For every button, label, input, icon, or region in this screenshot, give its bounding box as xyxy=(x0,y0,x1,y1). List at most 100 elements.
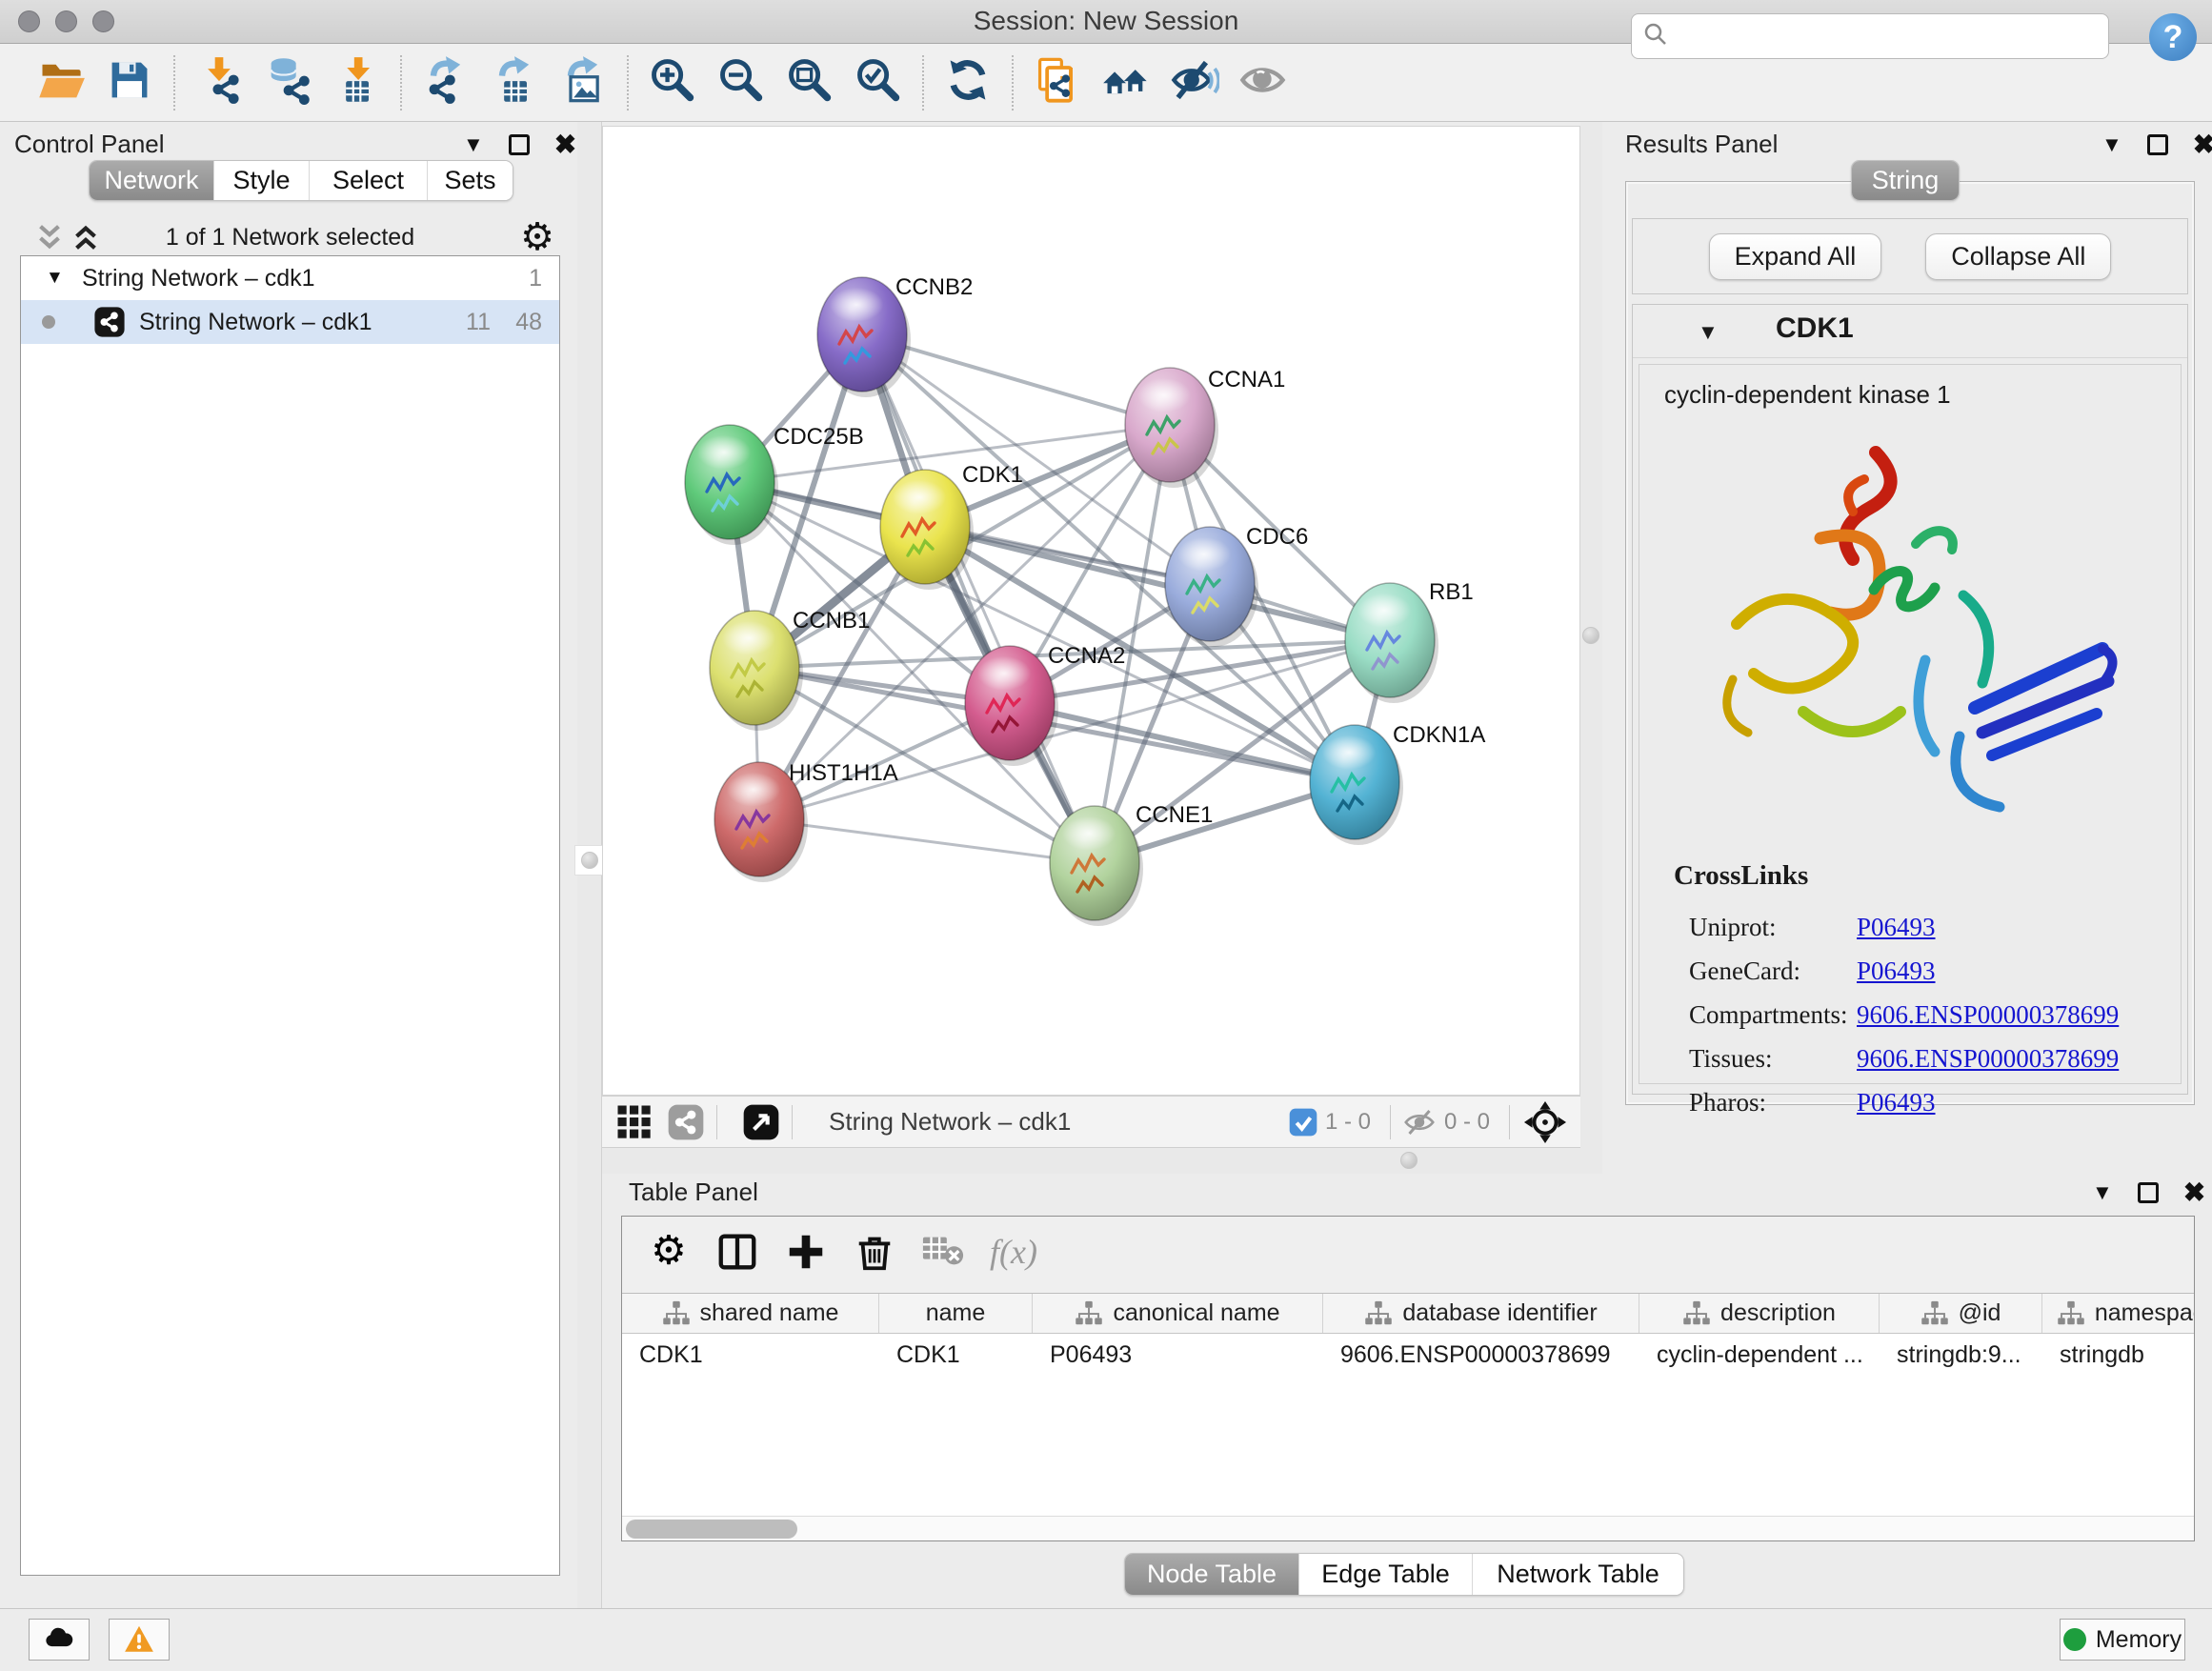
node-CCNA2[interactable]: CCNA2 xyxy=(965,643,1125,766)
control-panel-float-icon[interactable] xyxy=(509,134,530,155)
node-CCNE1[interactable]: CCNE1 xyxy=(1050,802,1213,926)
control-panel-menu-caret-icon[interactable]: ▼ xyxy=(463,132,484,157)
grid-view-icon[interactable] xyxy=(615,1103,654,1141)
memory-button[interactable]: Memory xyxy=(2060,1619,2185,1661)
delete-table-button[interactable] xyxy=(921,1230,965,1274)
network-badge-icon[interactable] xyxy=(667,1103,705,1141)
search-input[interactable] xyxy=(1670,14,2108,58)
column-header-namespace[interactable]: namespace xyxy=(2042,1294,2194,1333)
search-box[interactable] xyxy=(1631,13,2109,59)
table-row[interactable]: CDK1CDK1P064939606.ENSP00000378699cyclin… xyxy=(622,1334,2194,1376)
crosslink-link[interactable]: P06493 xyxy=(1857,913,1936,942)
show-columns-button[interactable] xyxy=(715,1230,759,1274)
warning-button[interactable] xyxy=(109,1619,170,1661)
show-all-button[interactable] xyxy=(1229,52,1297,113)
node-RB1[interactable]: RB1 xyxy=(1345,579,1474,703)
edge-CDK1-RB1[interactable] xyxy=(925,527,1390,640)
edge-CCNA2-CDKN1A[interactable] xyxy=(1010,703,1355,782)
zoom-out-button[interactable] xyxy=(707,52,775,113)
control-panel-close-icon[interactable]: ✖ xyxy=(554,131,576,158)
export-image-button[interactable] xyxy=(549,52,617,113)
minimize-window-button[interactable] xyxy=(55,10,77,32)
results-panel-close-icon[interactable]: ✖ xyxy=(2193,131,2212,158)
tab-edge-table[interactable]: Edge Table xyxy=(1298,1554,1472,1595)
crosslink-link[interactable]: 9606.ENSP00000378699 xyxy=(1857,1000,2119,1030)
maximize-window-button[interactable] xyxy=(92,10,114,32)
results-panel-float-icon[interactable] xyxy=(2147,134,2168,155)
crosslink-link[interactable]: P06493 xyxy=(1857,1088,1936,1117)
gene-expander-icon[interactable]: ▼ xyxy=(1698,320,1719,345)
collection-expander-icon[interactable]: ▼ xyxy=(46,268,64,289)
crosslink-link[interactable]: 9606.ENSP00000378699 xyxy=(1857,1044,2119,1074)
gene-section-header[interactable]: ▼ CDK1 xyxy=(1633,305,2187,358)
create-column-button[interactable] xyxy=(784,1230,828,1274)
delete-columns-button[interactable] xyxy=(853,1230,896,1274)
network-canvas[interactable]: CCNB2 CCNA1 CDC25B CDK1 xyxy=(602,126,1580,1096)
network-row[interactable]: String Network – cdk1 11 48 xyxy=(21,300,559,344)
table-panel-menu-caret-icon[interactable]: ▼ xyxy=(2092,1180,2113,1205)
node-CCNA1[interactable]: CCNA1 xyxy=(1125,367,1285,488)
cell-namespace: stringdb xyxy=(2042,1334,2194,1376)
zoom-in-button[interactable] xyxy=(638,52,707,113)
cell-canonical-name: P06493 xyxy=(1033,1334,1323,1376)
node-HIST1H1A[interactable]: HIST1H1A xyxy=(714,760,898,882)
tab-node-table[interactable]: Node Table xyxy=(1125,1554,1298,1595)
hidden-node-edge-count: 0 - 0 xyxy=(1444,1109,1490,1136)
zoom-selected-button[interactable] xyxy=(844,52,913,113)
expand-all-button[interactable]: Expand All xyxy=(1709,233,1882,280)
import-network-button[interactable] xyxy=(185,52,253,113)
birds-eye-crosshair-icon[interactable] xyxy=(1523,1100,1567,1144)
table-panel-close-icon[interactable]: ✖ xyxy=(2183,1179,2205,1206)
hide-selected-button[interactable] xyxy=(1160,52,1229,113)
tab-network[interactable]: Network xyxy=(90,161,213,200)
column-header-database-identifier[interactable]: database identifier xyxy=(1323,1294,1639,1333)
network-collection-row[interactable]: ▼ String Network – cdk1 1 xyxy=(21,256,559,300)
crosslink-label: GeneCard: xyxy=(1674,956,1857,986)
horizontal-splitter-handle[interactable] xyxy=(1400,1152,1418,1169)
save-session-button[interactable] xyxy=(95,52,164,113)
column-header-canonical-name[interactable]: canonical name xyxy=(1033,1294,1323,1333)
tab-network-table[interactable]: Network Table xyxy=(1472,1554,1683,1595)
selected-checkbox-icon[interactable] xyxy=(1289,1108,1317,1137)
zoom-out-icon xyxy=(716,55,766,110)
zoom-fit-button[interactable] xyxy=(775,52,844,113)
collapse-all-button[interactable]: Collapse All xyxy=(1925,233,2111,280)
left-splitter-handle[interactable] xyxy=(574,845,605,876)
cloud-button[interactable] xyxy=(29,1619,90,1661)
node-CCNB2[interactable]: CCNB2 xyxy=(817,274,973,397)
crosslink-link[interactable]: P06493 xyxy=(1857,956,1936,986)
detach-view-icon[interactable] xyxy=(742,1103,780,1141)
tab-sets[interactable]: Sets xyxy=(427,161,513,200)
close-window-button[interactable] xyxy=(18,10,40,32)
table-panel-float-icon[interactable] xyxy=(2138,1182,2159,1203)
left-splitter[interactable] xyxy=(577,122,602,1608)
import-table-button[interactable] xyxy=(322,52,391,113)
network-graph[interactable]: CCNB2 CCNA1 CDC25B CDK1 xyxy=(603,127,1579,1095)
table-settings-button[interactable]: ⚙ xyxy=(647,1230,691,1274)
scrollbar-thumb[interactable] xyxy=(626,1520,797,1539)
import-database-button[interactable] xyxy=(253,52,322,113)
column-header-name[interactable]: name xyxy=(879,1294,1033,1333)
open-session-button[interactable] xyxy=(27,52,95,113)
column-header-shared-name[interactable]: shared name xyxy=(622,1294,879,1333)
first-neighbors-button[interactable] xyxy=(1092,52,1160,113)
column-header-description[interactable]: description xyxy=(1639,1294,1880,1333)
node-CDC6[interactable]: CDC6 xyxy=(1165,524,1308,647)
tab-style[interactable]: Style xyxy=(213,161,309,200)
results-panel-menu-caret-icon[interactable]: ▼ xyxy=(2101,132,2122,157)
tab-string[interactable]: String xyxy=(1852,161,1959,200)
node-CDKN1A[interactable]: CDKN1A xyxy=(1310,722,1485,845)
column-header-@id[interactable]: @id xyxy=(1880,1294,2042,1333)
apply-layout-button[interactable] xyxy=(934,52,1002,113)
tab-select[interactable]: Select xyxy=(309,161,427,200)
network-options-gear-icon[interactable]: ⚙ xyxy=(520,215,554,259)
right-splitter-handle[interactable] xyxy=(1582,627,1599,644)
node-table[interactable]: shared namenamecanonical namedatabase id… xyxy=(622,1293,2194,1516)
share-document-button[interactable] xyxy=(1023,52,1092,113)
export-network-button[interactable] xyxy=(412,52,480,113)
help-button[interactable]: ? xyxy=(2149,13,2197,61)
edge-CCNE1-HIST1H1A[interactable] xyxy=(759,819,1095,863)
collection-label: String Network – cdk1 xyxy=(82,265,315,292)
export-table-button[interactable] xyxy=(480,52,549,113)
table-horizontal-scrollbar[interactable] xyxy=(622,1516,2194,1540)
